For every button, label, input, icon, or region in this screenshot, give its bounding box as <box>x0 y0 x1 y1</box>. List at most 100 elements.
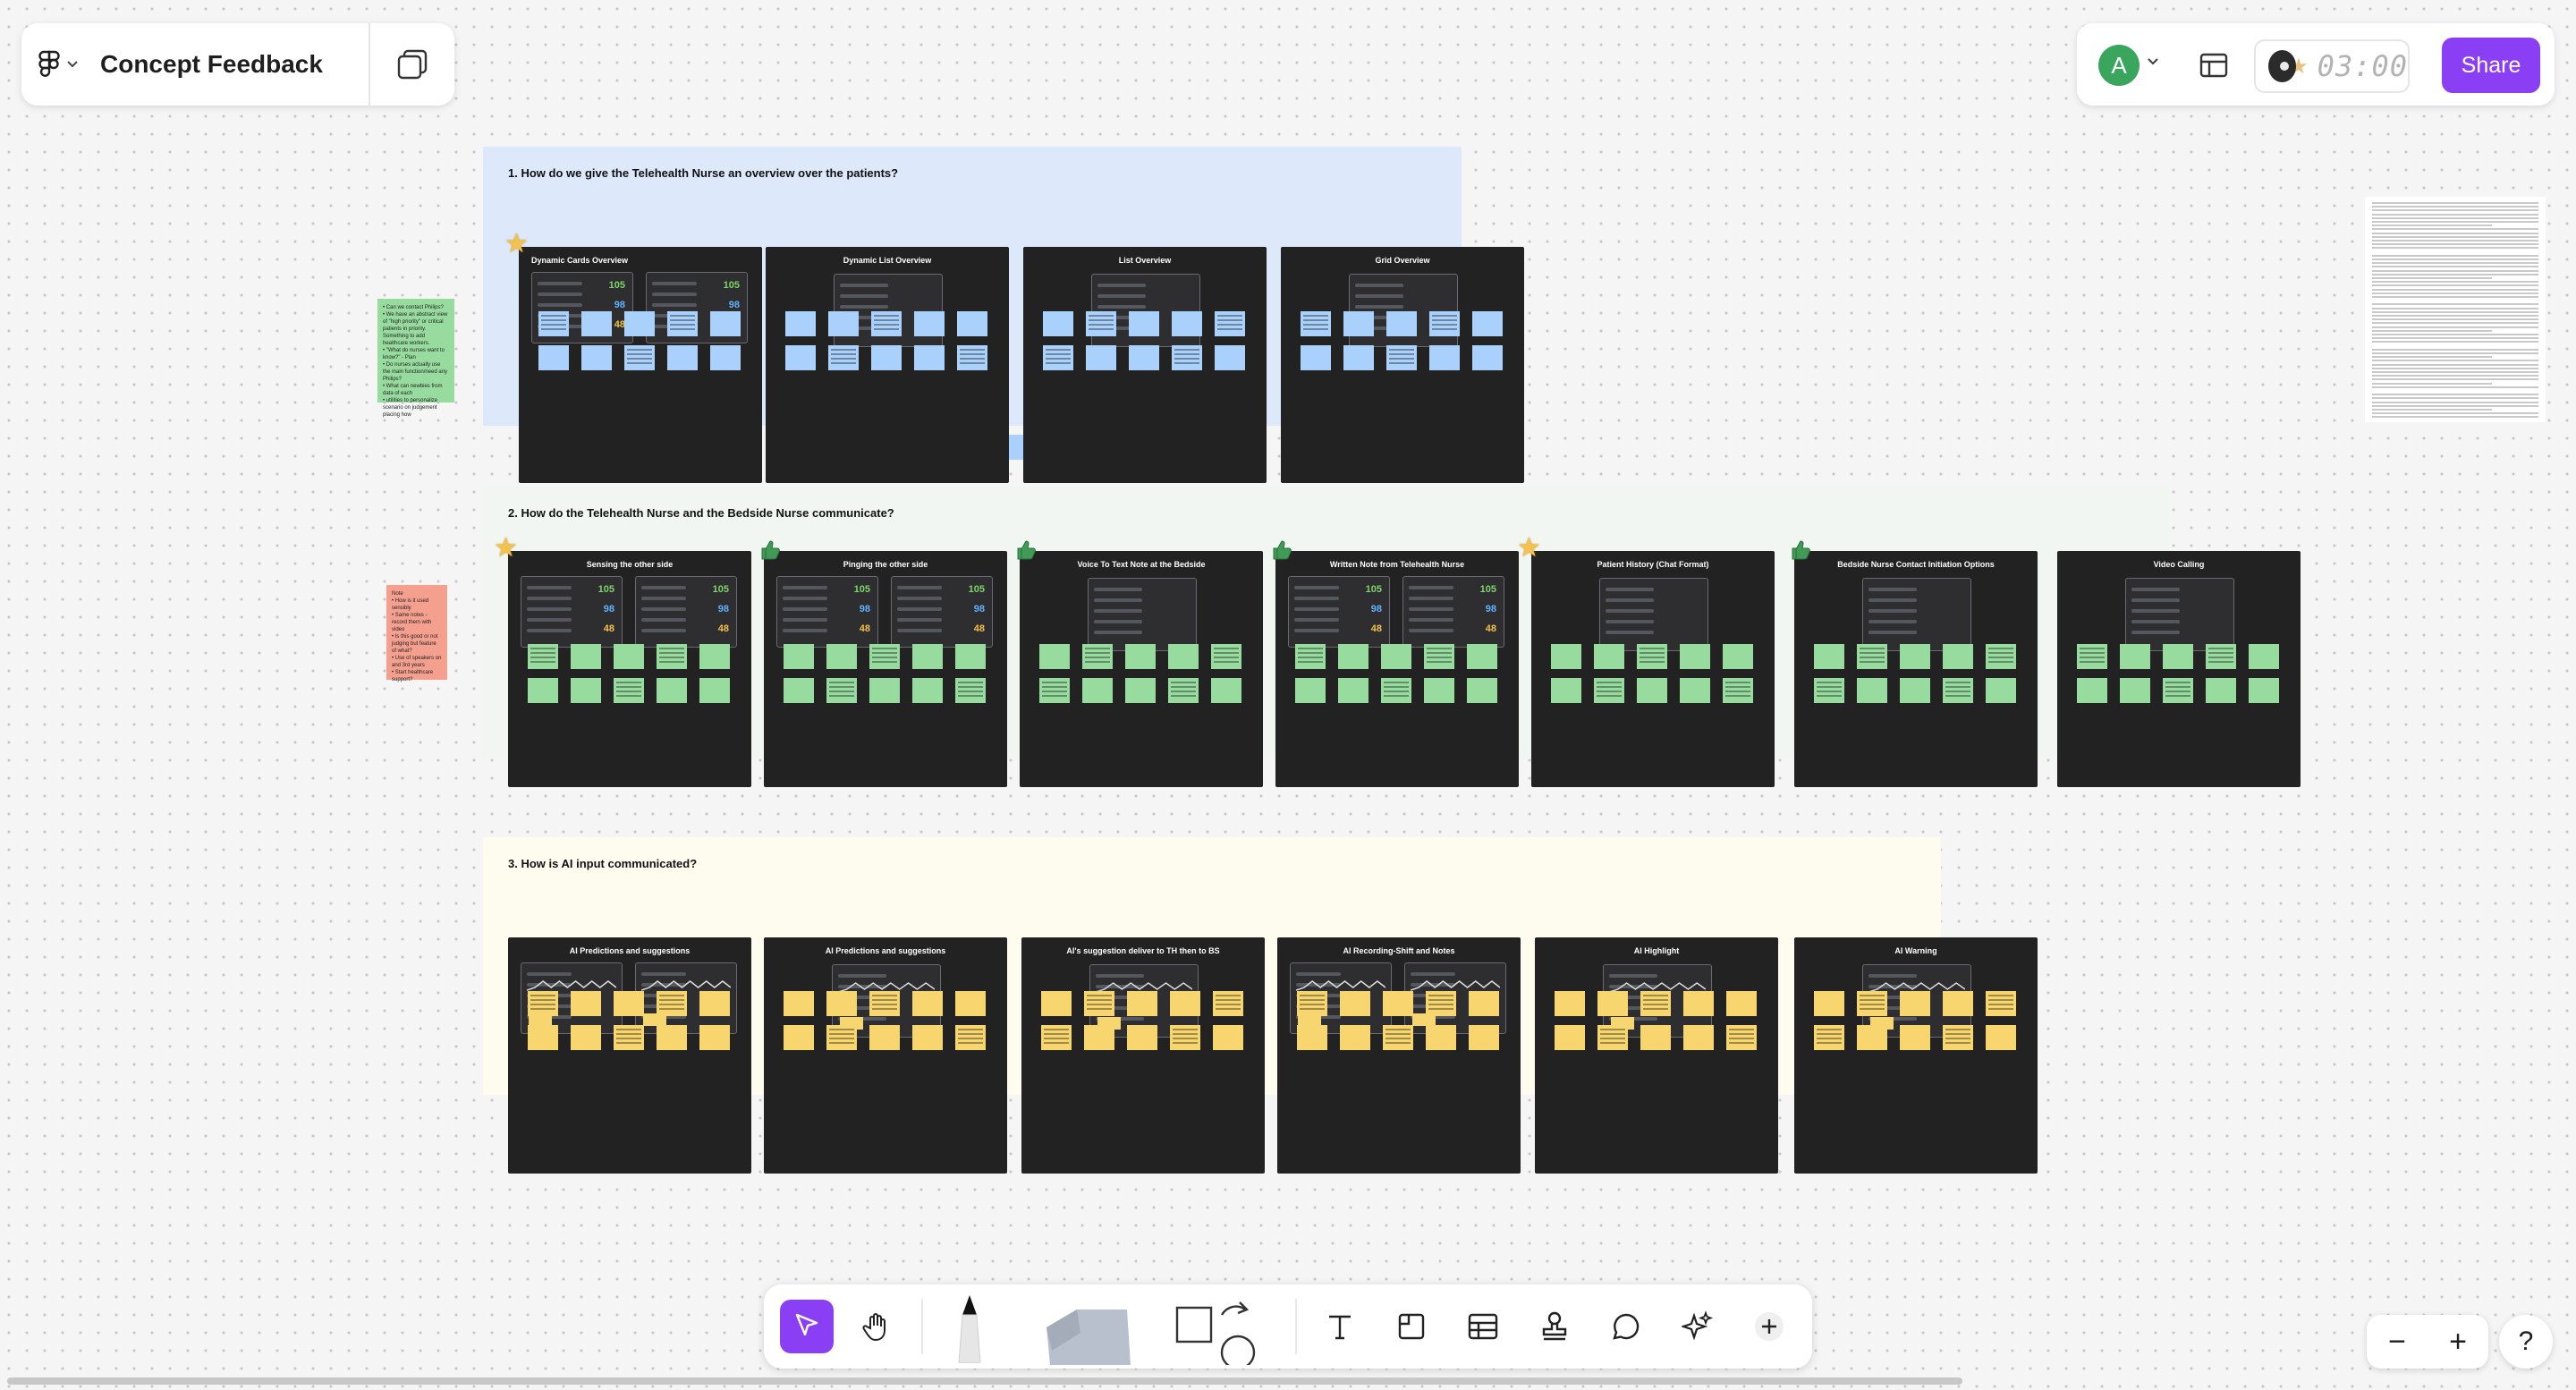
pages-button[interactable] <box>369 23 454 106</box>
timer[interactable]: ★ 03:00 <box>2254 39 2410 93</box>
sticky-note[interactable] <box>955 678 986 703</box>
main-menu-button[interactable] <box>21 23 93 106</box>
sticky-note[interactable] <box>710 311 741 336</box>
sticky-note[interactable] <box>1127 991 1157 1016</box>
sticky-note[interactable] <box>1986 991 2016 1016</box>
sticky-note[interactable] <box>2163 644 2193 669</box>
concept-card[interactable]: Written Note from Telehealth Nurse 105 98 4… <box>1275 551 1519 787</box>
concept-card[interactable]: AI Predictions and suggestions <box>764 937 1007 1174</box>
sticky-note[interactable] <box>1683 1025 1714 1050</box>
sticky-note[interactable] <box>1683 991 1714 1016</box>
sticky-note[interactable] <box>1211 644 1241 669</box>
sticky-note[interactable] <box>1943 678 1973 703</box>
sticky-note[interactable] <box>914 311 945 336</box>
sticky-note[interactable] <box>1426 991 1456 1016</box>
sticky-note[interactable] <box>1640 991 1671 1016</box>
sticky-note[interactable] <box>1900 644 1930 669</box>
text-document[interactable] <box>2365 197 2546 422</box>
sticky-note[interactable] <box>1943 1025 1973 1050</box>
sticky-note[interactable] <box>614 991 644 1016</box>
sticky-note[interactable] <box>1597 991 1628 1016</box>
sticky-note[interactable] <box>1680 678 1710 703</box>
comment-tool[interactable] <box>1599 1300 1653 1353</box>
sticky-note[interactable] <box>1381 678 1411 703</box>
ai-tool[interactable] <box>1671 1300 1724 1353</box>
sticky-note[interactable] <box>1857 644 1887 669</box>
user-avatar[interactable]: A <box>2098 45 2140 86</box>
sticky-note[interactable] <box>528 644 558 669</box>
sticky-note[interactable] <box>1469 1025 1499 1050</box>
sticky-note[interactable] <box>2206 678 2236 703</box>
sticky-note[interactable] <box>1340 991 1370 1016</box>
move-tool[interactable] <box>780 1300 834 1353</box>
sticky-note[interactable] <box>828 311 859 336</box>
sticky-note[interactable] <box>1125 644 1156 669</box>
sticky-note[interactable] <box>1555 991 1585 1016</box>
sticky-note[interactable] <box>1900 678 1930 703</box>
sticky-note[interactable] <box>614 1025 644 1050</box>
sticky-note[interactable] <box>1084 991 1114 1016</box>
sticky-note[interactable] <box>581 345 612 370</box>
concept-card[interactable]: Patient History (Chat Format) <box>1531 551 1775 787</box>
sticky-note[interactable] <box>1297 991 1327 1016</box>
sticky-note[interactable] <box>1426 1025 1456 1050</box>
sticky-note[interactable] <box>1383 1025 1413 1050</box>
sticky-note[interactable] <box>912 991 943 1016</box>
sticky-note[interactable] <box>955 991 986 1016</box>
sticky-note[interactable] <box>1814 991 1844 1016</box>
sticky-note[interactable] <box>571 991 601 1016</box>
concept-card[interactable]: AI Recording-Shift and Notes <box>1277 937 1521 1174</box>
sticky-note[interactable] <box>1814 1025 1844 1050</box>
sticky-note[interactable] <box>869 1025 900 1050</box>
sticky-note[interactable] <box>2249 644 2279 669</box>
sticky-note[interactable] <box>1172 345 1202 370</box>
concept-card[interactable]: AI Warning <box>1794 937 2038 1174</box>
zoom-out-button[interactable]: − <box>2367 1315 2428 1369</box>
sticky-note[interactable] <box>828 345 859 370</box>
sticky-note[interactable] <box>914 345 945 370</box>
sticky-note[interactable] <box>571 644 601 669</box>
section-ai-input[interactable]: 3. How is AI input communicated? AI Pred… <box>483 837 2038 1174</box>
sticky-note[interactable] <box>1082 644 1113 669</box>
sticky-note[interactable] <box>1723 644 1753 669</box>
text-tool[interactable] <box>1313 1300 1367 1353</box>
sticky-note[interactable] <box>871 345 902 370</box>
sticky-note[interactable] <box>2120 644 2150 669</box>
sticky-note[interactable] <box>710 345 741 370</box>
zoom-in-button[interactable]: + <box>2428 1315 2488 1369</box>
sticky-note[interactable] <box>1295 644 1326 669</box>
sticky-note[interactable] <box>955 1025 986 1050</box>
sticky-note-green[interactable]: • Can we contact Philips? • We have an a… <box>377 299 454 418</box>
sticky-note[interactable] <box>1424 678 1454 703</box>
sticky-note[interactable] <box>912 1025 943 1050</box>
horizontal-scrollbar[interactable] <box>7 1377 1962 1385</box>
concept-card[interactable]: AI Predictions and suggestions <box>508 937 751 1174</box>
sticky-note[interactable] <box>1472 345 1503 370</box>
sticky-note[interactable] <box>528 1025 558 1050</box>
sticky-note[interactable] <box>1172 311 1202 336</box>
concept-card[interactable]: List Overview <box>1023 247 1267 483</box>
sticky-note[interactable] <box>1429 345 1460 370</box>
sticky-note[interactable] <box>1551 678 1581 703</box>
sticky-note[interactable] <box>667 311 698 336</box>
sticky-note[interactable] <box>912 678 943 703</box>
sticky-note[interactable] <box>538 311 569 336</box>
sticky-note[interactable] <box>699 644 730 669</box>
sticky-note[interactable] <box>1086 345 1116 370</box>
concept-card[interactable]: Dynamic Cards Overview10598481059848 <box>519 247 762 483</box>
sticky-note[interactable] <box>1301 311 1331 336</box>
file-name[interactable]: Concept Feedback <box>93 50 369 79</box>
sticky-note[interactable] <box>1129 311 1159 336</box>
sticky-note[interactable] <box>1386 345 1417 370</box>
sticky-note[interactable] <box>1383 991 1413 1016</box>
sticky-note[interactable] <box>1297 1025 1327 1050</box>
sticky-note[interactable] <box>912 644 943 669</box>
sticky-note[interactable] <box>1986 678 2016 703</box>
concept-card[interactable]: Pinging the other side 105 98 48 105 98 48 <box>764 551 1007 787</box>
sticky-note[interactable] <box>1125 678 1156 703</box>
sticky-note[interactable] <box>1900 1025 1930 1050</box>
pen-tool[interactable] <box>943 1292 996 1363</box>
sticky-note[interactable] <box>1295 678 1326 703</box>
sticky-note[interactable] <box>1343 311 1374 336</box>
sticky-note[interactable] <box>1424 644 1454 669</box>
